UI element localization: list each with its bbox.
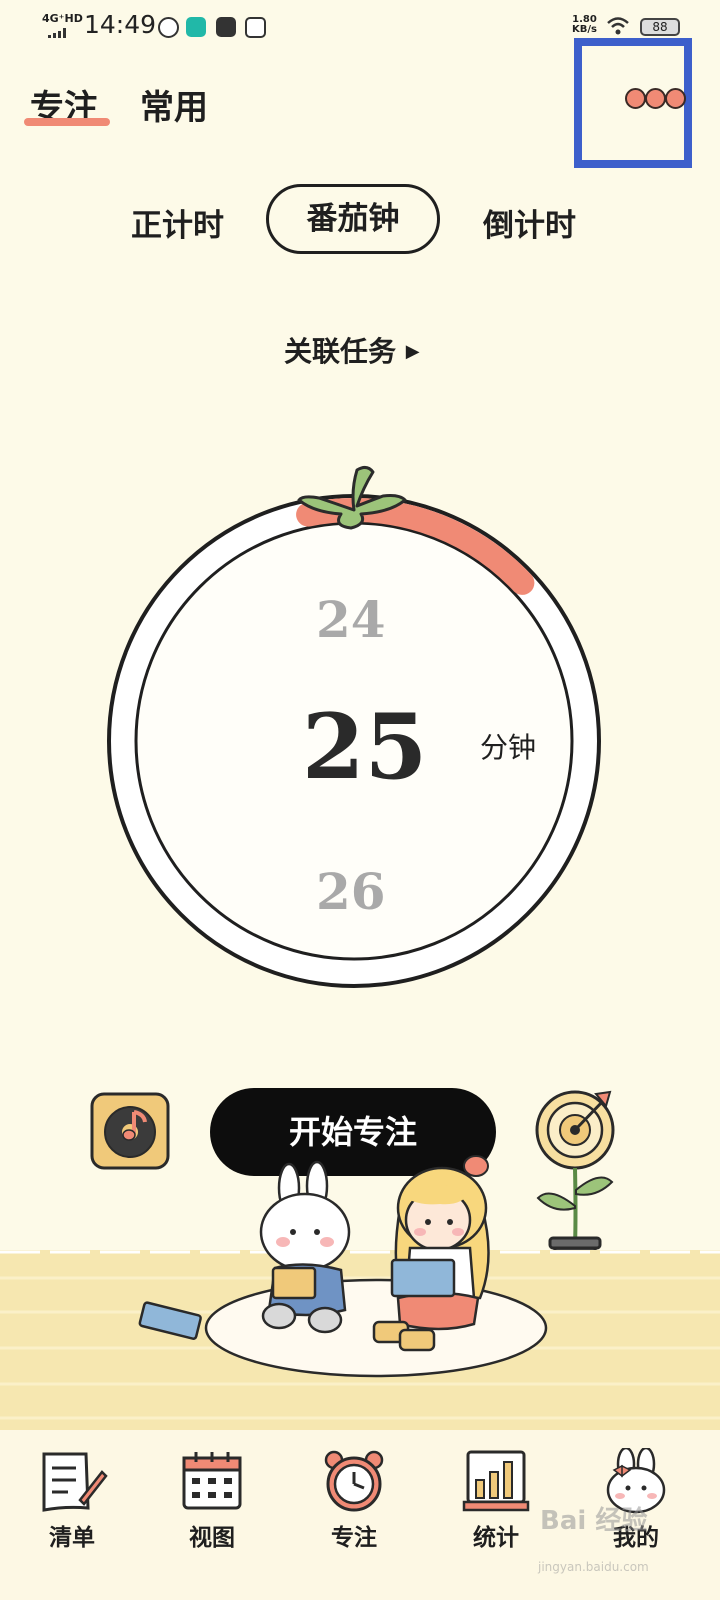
minute-next[interactable]: 26 <box>316 862 386 921</box>
minute-unit-label: 分钟 <box>480 731 537 764</box>
nav-label-stats: 统计 <box>473 1525 519 1551</box>
app-notification-icon <box>186 17 206 37</box>
nav-label-list: 清单 <box>49 1525 95 1551</box>
baidu-watermark: Bai 经验 <box>540 1506 648 1536</box>
more-dots-icon <box>625 88 646 109</box>
calendar-icon <box>182 1452 242 1510</box>
more-button[interactable] <box>625 88 695 112</box>
clock-time: 14:49 <box>84 10 157 39</box>
app-notification-icon <box>158 17 179 38</box>
music-record-icon[interactable] <box>90 1092 170 1170</box>
link-task-label: 关联任务 <box>284 335 397 368</box>
active-tab-underline <box>24 118 110 126</box>
watermark-url: jingyan.baidu.com <box>538 1560 649 1574</box>
list-icon <box>42 1452 108 1512</box>
wifi-icon <box>607 17 629 35</box>
bag-notification-icon <box>216 17 236 37</box>
signal-icon <box>48 28 66 38</box>
triangle-right-icon: ▶ <box>405 341 420 362</box>
link-task-button[interactable]: 关联任务 ▶ <box>284 330 420 370</box>
alarm-clock-icon <box>324 1450 384 1512</box>
tab-common[interactable]: 常用 <box>140 80 208 129</box>
bunny-character-illustration <box>259 1160 351 1334</box>
more-dots-icon <box>665 88 686 109</box>
girl-reading-illustration <box>372 1155 490 1352</box>
minute-selected[interactable]: 25 <box>302 694 427 800</box>
network-indicator: 4G⁺HD <box>42 12 83 25</box>
play-notification-icon <box>245 17 266 38</box>
speed-unit: KB/s <box>572 24 597 35</box>
mode-pomodoro[interactable]: 番茄钟 <box>266 184 440 254</box>
battery-indicator: 88 <box>640 18 680 36</box>
nav-item-focus[interactable]: 专注 <box>304 1440 404 1590</box>
minute-previous[interactable]: 24 <box>316 590 386 649</box>
nav-item-list[interactable]: 清单 <box>22 1440 122 1590</box>
nav-label-focus: 专注 <box>331 1525 377 1551</box>
mode-stopwatch[interactable]: 正计时 <box>131 200 224 245</box>
network-speed: 1.80 KB/s <box>572 15 597 35</box>
mode-countdown[interactable]: 倒计时 <box>483 200 576 245</box>
nav-label-view: 视图 <box>189 1525 235 1551</box>
nav-item-view[interactable]: 视图 <box>162 1440 262 1590</box>
more-dots-icon <box>645 88 666 109</box>
bar-chart-icon <box>462 1450 530 1512</box>
nav-item-stats[interactable]: 统计 <box>446 1440 546 1590</box>
